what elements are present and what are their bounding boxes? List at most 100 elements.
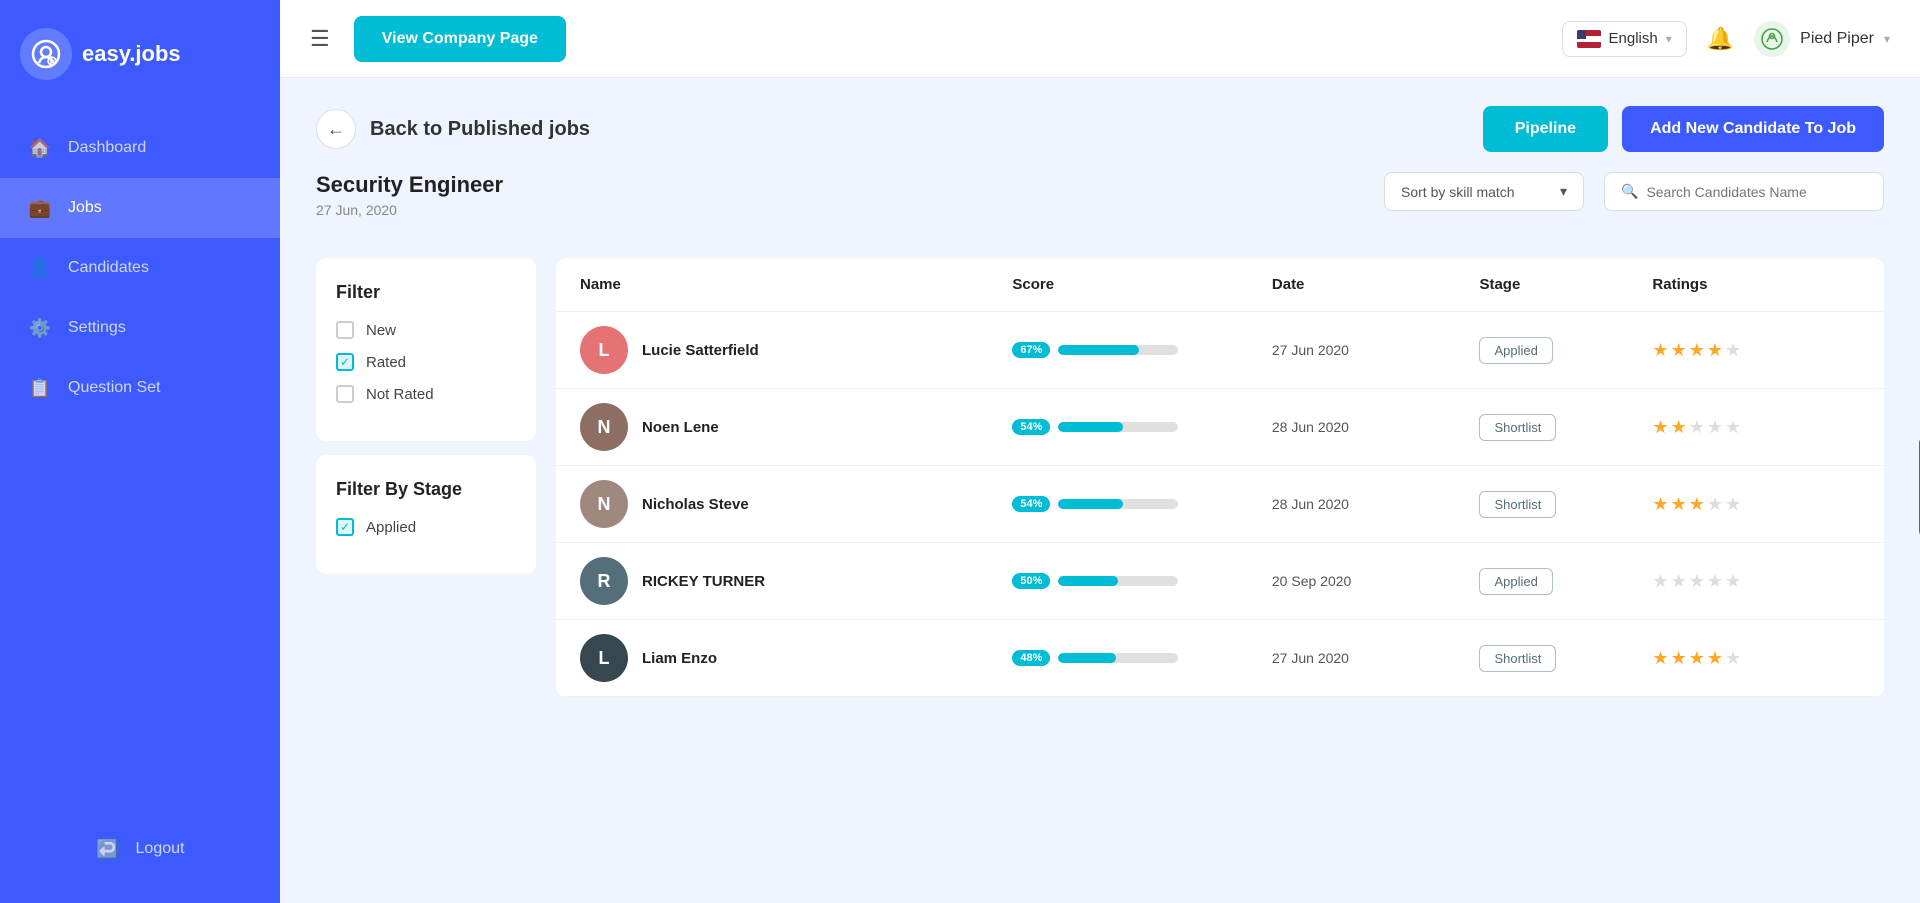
logout-button[interactable]: ↩️ Logout xyxy=(68,819,213,879)
sidebar-logo: i easy.jobs xyxy=(0,0,280,108)
sidebar-item-question-set[interactable]: 📋 Question Set xyxy=(0,358,280,418)
job-date: 27 Jun, 2020 xyxy=(316,202,503,218)
ratings-cell: ★★★★★ xyxy=(1652,340,1860,361)
candidate-name: RICKEY TURNER xyxy=(642,573,765,590)
sidebar-item-label-question-set: Question Set xyxy=(68,379,161,397)
score-label: 48% xyxy=(1012,650,1050,666)
table-row[interactable]: N Nicholas Steve 54% 28 Jun 2020 Shortli… xyxy=(556,466,1884,543)
language-selector[interactable]: English ▾ xyxy=(1562,21,1687,57)
score-bar-container xyxy=(1058,422,1178,432)
sort-chevron-icon: ▾ xyxy=(1560,183,1567,200)
sidebar-item-candidates[interactable]: 👤 Candidates xyxy=(0,238,280,298)
star: ★ xyxy=(1652,494,1668,515)
filter-label-not-rated: Not Rated xyxy=(366,386,434,403)
notification-icon[interactable]: 🔔 xyxy=(1707,26,1734,52)
score-bar-container xyxy=(1058,653,1178,663)
content-area: ← Back to Published jobs Pipeline Add Ne… xyxy=(280,78,1920,903)
score-bar xyxy=(1058,653,1116,663)
star: ★ xyxy=(1671,417,1687,438)
ratings-cell: ★★★★★ xyxy=(1652,571,1860,592)
score-bar xyxy=(1058,345,1138,355)
logout-label: Logout xyxy=(136,840,185,858)
stage-cell: Shortlist xyxy=(1479,414,1652,441)
star: ★ xyxy=(1707,417,1723,438)
stage-badge: Shortlist xyxy=(1479,414,1556,441)
candidate-name-cell: N Nicholas Steve xyxy=(580,480,1012,528)
th-date: Date xyxy=(1272,276,1480,293)
avatar: L xyxy=(580,634,628,682)
add-candidate-button[interactable]: Add New Candidate To Job xyxy=(1622,106,1884,152)
sidebar-item-jobs[interactable]: 💼 Jobs xyxy=(0,178,280,238)
stars: ★★★★★ xyxy=(1652,571,1860,592)
filter-option-new[interactable]: New xyxy=(336,321,516,339)
table-body: L Lucie Satterfield 67% 27 Jun 2020 Appl… xyxy=(556,312,1884,697)
star: ★ xyxy=(1671,648,1687,669)
table-row[interactable]: R RICKEY TURNER 50% 20 Sep 2020 Applied … xyxy=(556,543,1884,620)
candidate-name: Lucie Satterfield xyxy=(642,342,759,359)
filter-option-rated[interactable]: Rated xyxy=(336,353,516,371)
avatar: R xyxy=(580,557,628,605)
filter-checkbox-not-rated[interactable] xyxy=(336,385,354,403)
settings-icon: ⚙️ xyxy=(28,316,52,340)
filter-by-stage-title: Filter By Stage xyxy=(336,479,516,500)
company-logo xyxy=(1754,21,1790,57)
filter-by-stage-card: Filter By Stage Applied xyxy=(316,455,536,574)
table-row[interactable]: L Liam Enzo 48% 27 Jun 2020 Shortlist ★★… xyxy=(556,620,1884,697)
star: ★ xyxy=(1652,417,1668,438)
candidate-name: Nicholas Steve xyxy=(642,496,749,513)
sidebar-item-settings[interactable]: ⚙️ Settings xyxy=(0,298,280,358)
score-bar xyxy=(1058,499,1123,509)
score-label: 67% xyxy=(1012,342,1050,358)
language-label: English xyxy=(1609,30,1658,47)
back-bar: ← Back to Published jobs Pipeline Add Ne… xyxy=(316,106,1884,152)
stars: ★★★★★ xyxy=(1652,417,1860,438)
star: ★ xyxy=(1689,417,1705,438)
pipeline-button[interactable]: Pipeline xyxy=(1483,106,1608,152)
date-cell: 28 Jun 2020 xyxy=(1272,496,1480,512)
score-label: 54% xyxy=(1012,419,1050,435)
sort-label: Sort by skill match xyxy=(1401,184,1515,200)
sidebar-item-dashboard[interactable]: 🏠 Dashboard xyxy=(0,118,280,178)
logout-icon: ↩️ xyxy=(96,837,120,861)
view-company-button[interactable]: View Company Page xyxy=(354,16,566,62)
stars: ★★★★★ xyxy=(1652,340,1860,361)
candidate-name: Liam Enzo xyxy=(642,650,717,667)
filter-checkbox-applied[interactable] xyxy=(336,518,354,536)
table-row[interactable]: L Lucie Satterfield 67% 27 Jun 2020 Appl… xyxy=(556,312,1884,389)
stage-badge: Applied xyxy=(1479,337,1552,364)
stage-cell: Shortlist xyxy=(1479,491,1652,518)
candidates-table: Name Score Date Stage Ratings L Lucie Sa… xyxy=(556,258,1884,697)
filter-panel: Filter New Rated Not Rated Fil xyxy=(316,258,536,574)
star: ★ xyxy=(1725,571,1741,592)
sidebar-item-label-jobs: Jobs xyxy=(68,199,102,217)
company-name: Pied Piper xyxy=(1800,30,1874,48)
star: ★ xyxy=(1689,648,1705,669)
search-bar: 🔍 xyxy=(1604,172,1884,211)
menu-icon[interactable]: ☰ xyxy=(310,26,330,52)
home-icon: 🏠 xyxy=(28,136,52,160)
main-grid: Filter New Rated Not Rated Fil xyxy=(316,258,1884,697)
table-row[interactable]: N Noen Lene 54% 28 Jun 2020 Shortlist ★★… xyxy=(556,389,1884,466)
score-bar xyxy=(1058,422,1123,432)
back-button[interactable]: ← xyxy=(316,109,356,149)
th-score: Score xyxy=(1012,276,1271,293)
star: ★ xyxy=(1707,648,1723,669)
star: ★ xyxy=(1707,571,1723,592)
filter-checkbox-new[interactable] xyxy=(336,321,354,339)
sidebar-nav: 🏠 Dashboard 💼 Jobs 👤 Candidates ⚙️ Setti… xyxy=(0,118,280,418)
filter-option-not-rated[interactable]: Not Rated xyxy=(336,385,516,403)
sort-search-bar: Sort by skill match ▾ 🔍 xyxy=(1384,172,1884,211)
date-cell: 28 Jun 2020 xyxy=(1272,419,1480,435)
filter-option-applied[interactable]: Applied xyxy=(336,518,516,536)
filter-label-new: New xyxy=(366,322,396,339)
filter-checkbox-rated[interactable] xyxy=(336,353,354,371)
candidate-name-cell: N Noen Lene xyxy=(580,403,1012,451)
candidate-name-cell: R RICKEY TURNER xyxy=(580,557,1012,605)
star: ★ xyxy=(1671,571,1687,592)
back-left: ← Back to Published jobs xyxy=(316,109,590,149)
company-selector[interactable]: Pied Piper ▾ xyxy=(1754,21,1890,57)
candidate-name-cell: L Liam Enzo xyxy=(580,634,1012,682)
search-input[interactable] xyxy=(1646,184,1867,200)
sort-select[interactable]: Sort by skill match ▾ xyxy=(1384,172,1584,211)
score-cell: 50% xyxy=(1012,573,1271,589)
